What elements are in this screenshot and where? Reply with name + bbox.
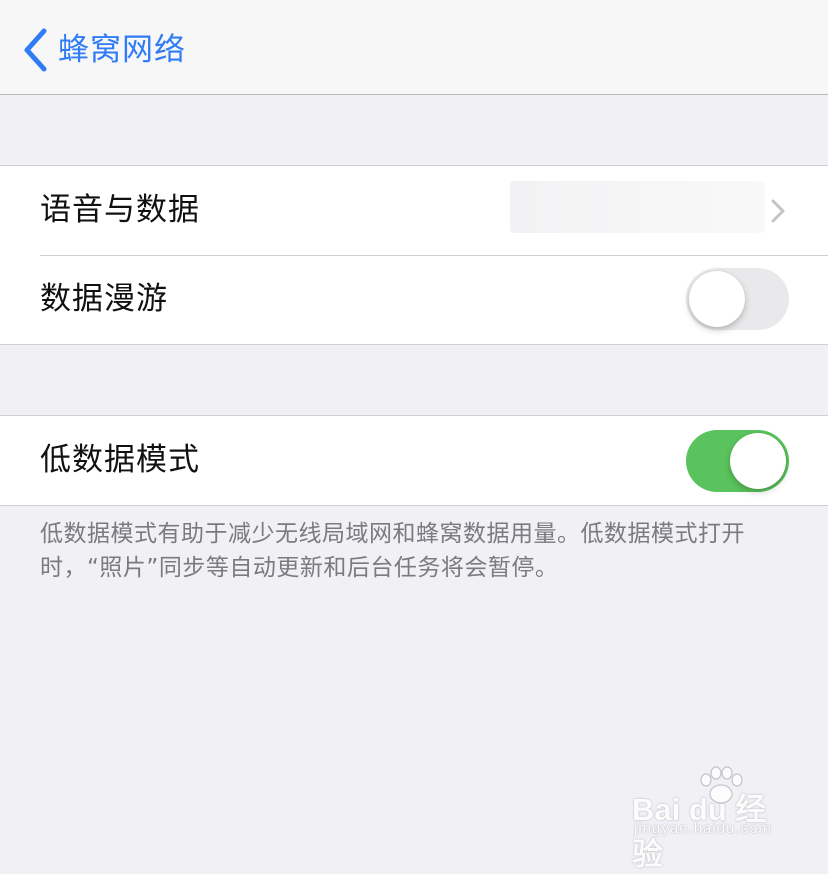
row-voice-and-data[interactable]: 语音与数据 [0, 166, 828, 255]
back-button-label: 蜂窝网络 [58, 32, 186, 68]
chevron-left-icon [24, 28, 47, 72]
low-data-mode-label: 低数据模式 [40, 442, 200, 478]
baidu-jingyan-watermark: Bai du 经验 jingyan.baidu.com [632, 766, 792, 872]
settings-group-2: 低数据模式 [0, 415, 828, 506]
low-data-mode-footer-note: 低数据模式有助于减少无线局域网和蜂窝数据用量。低数据模式打开时，“照片”同步等自… [40, 521, 745, 581]
row-data-roaming: 数据漫游 [0, 255, 828, 344]
voice-and-data-value [510, 181, 765, 233]
settings-group-1: 语音与数据 数据漫游 [0, 165, 828, 345]
voice-and-data-label: 语音与数据 [40, 192, 200, 228]
chevron-right-icon [771, 199, 785, 223]
toggle-knob [689, 271, 745, 327]
data-roaming-toggle[interactable] [686, 268, 789, 330]
back-button[interactable]: 蜂窝网络 [22, 28, 186, 72]
watermark-url: jingyan.baidu.com [634, 820, 772, 837]
row-low-data-mode: 低数据模式 [0, 416, 828, 505]
low-data-mode-toggle[interactable] [686, 430, 789, 492]
toggle-knob [730, 433, 786, 489]
navigation-bar: 蜂窝网络 [0, 0, 828, 95]
data-roaming-label: 数据漫游 [40, 281, 168, 317]
